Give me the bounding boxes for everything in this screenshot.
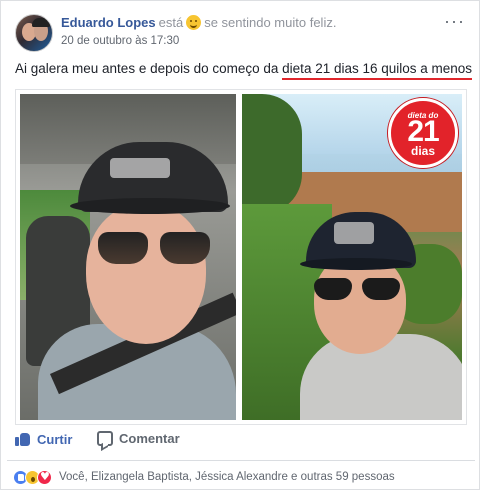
- cap-logo: [334, 222, 374, 244]
- after-photo[interactable]: dieta do 21 dias: [242, 94, 462, 420]
- happy-emoji-icon: [186, 15, 202, 30]
- facebook-post: Eduardo Lopes está se sentindo muito feliz…: [0, 0, 480, 490]
- post-header: Eduardo Lopes está se sentindo muito feliz…: [15, 12, 467, 53]
- like-button[interactable]: Curtir: [15, 431, 72, 447]
- post-actions: Curtir Comentar: [15, 431, 467, 453]
- dieta-21-dias-logo: dieta do 21 dias: [388, 98, 458, 168]
- badge-line3: dias: [410, 144, 435, 158]
- more-options-icon[interactable]: ···: [444, 12, 465, 30]
- comment-label: Comentar: [119, 431, 180, 446]
- sunglasses: [98, 232, 214, 264]
- like-label: Curtir: [37, 431, 73, 447]
- before-photo[interactable]: [20, 94, 236, 420]
- reactions-summary[interactable]: Você, Elizangela Baptista, Jéssica Alexa…: [59, 471, 395, 483]
- badge-line2: 21: [407, 115, 439, 148]
- thumbs-up-icon: [15, 431, 31, 447]
- author-name[interactable]: Eduardo Lopes: [61, 15, 156, 30]
- reactions-bar[interactable]: Você, Elizangela Baptista, Jéssica Alexa…: [13, 467, 473, 487]
- feeling-text[interactable]: se sentindo muito feliz.: [204, 15, 336, 30]
- photo-collage[interactable]: dieta do 21 dias: [15, 89, 467, 425]
- face: [86, 204, 206, 344]
- is-label: está: [158, 15, 184, 30]
- cap-logo: [110, 158, 170, 178]
- cap-brim: [70, 198, 230, 214]
- post-text-highlight: dieta 21 dias 16 quilos a menos: [282, 61, 473, 76]
- sunglasses: [314, 278, 404, 302]
- lens-left: [314, 278, 352, 300]
- post-text-main: Ai galera meu antes e depois do começo d…: [15, 61, 283, 76]
- avatar-hair: [32, 18, 50, 27]
- divider: [7, 460, 475, 461]
- lens-right: [160, 232, 210, 264]
- tree: [242, 94, 302, 214]
- post-timestamp[interactable]: 20 de outubro às 17:30: [61, 35, 179, 47]
- lens-left: [98, 232, 148, 264]
- author-line: Eduardo Lopes está se sentindo muito feliz…: [61, 15, 336, 30]
- post-text: Ai galera meu antes e depois do começo d…: [15, 61, 472, 76]
- author-avatar[interactable]: [15, 14, 53, 52]
- lens-right: [362, 278, 400, 300]
- love-reaction-icon: [37, 469, 52, 485]
- cap-brim: [300, 258, 412, 270]
- comment-bubble-icon: [97, 431, 113, 446]
- comment-button[interactable]: Comentar: [97, 431, 180, 446]
